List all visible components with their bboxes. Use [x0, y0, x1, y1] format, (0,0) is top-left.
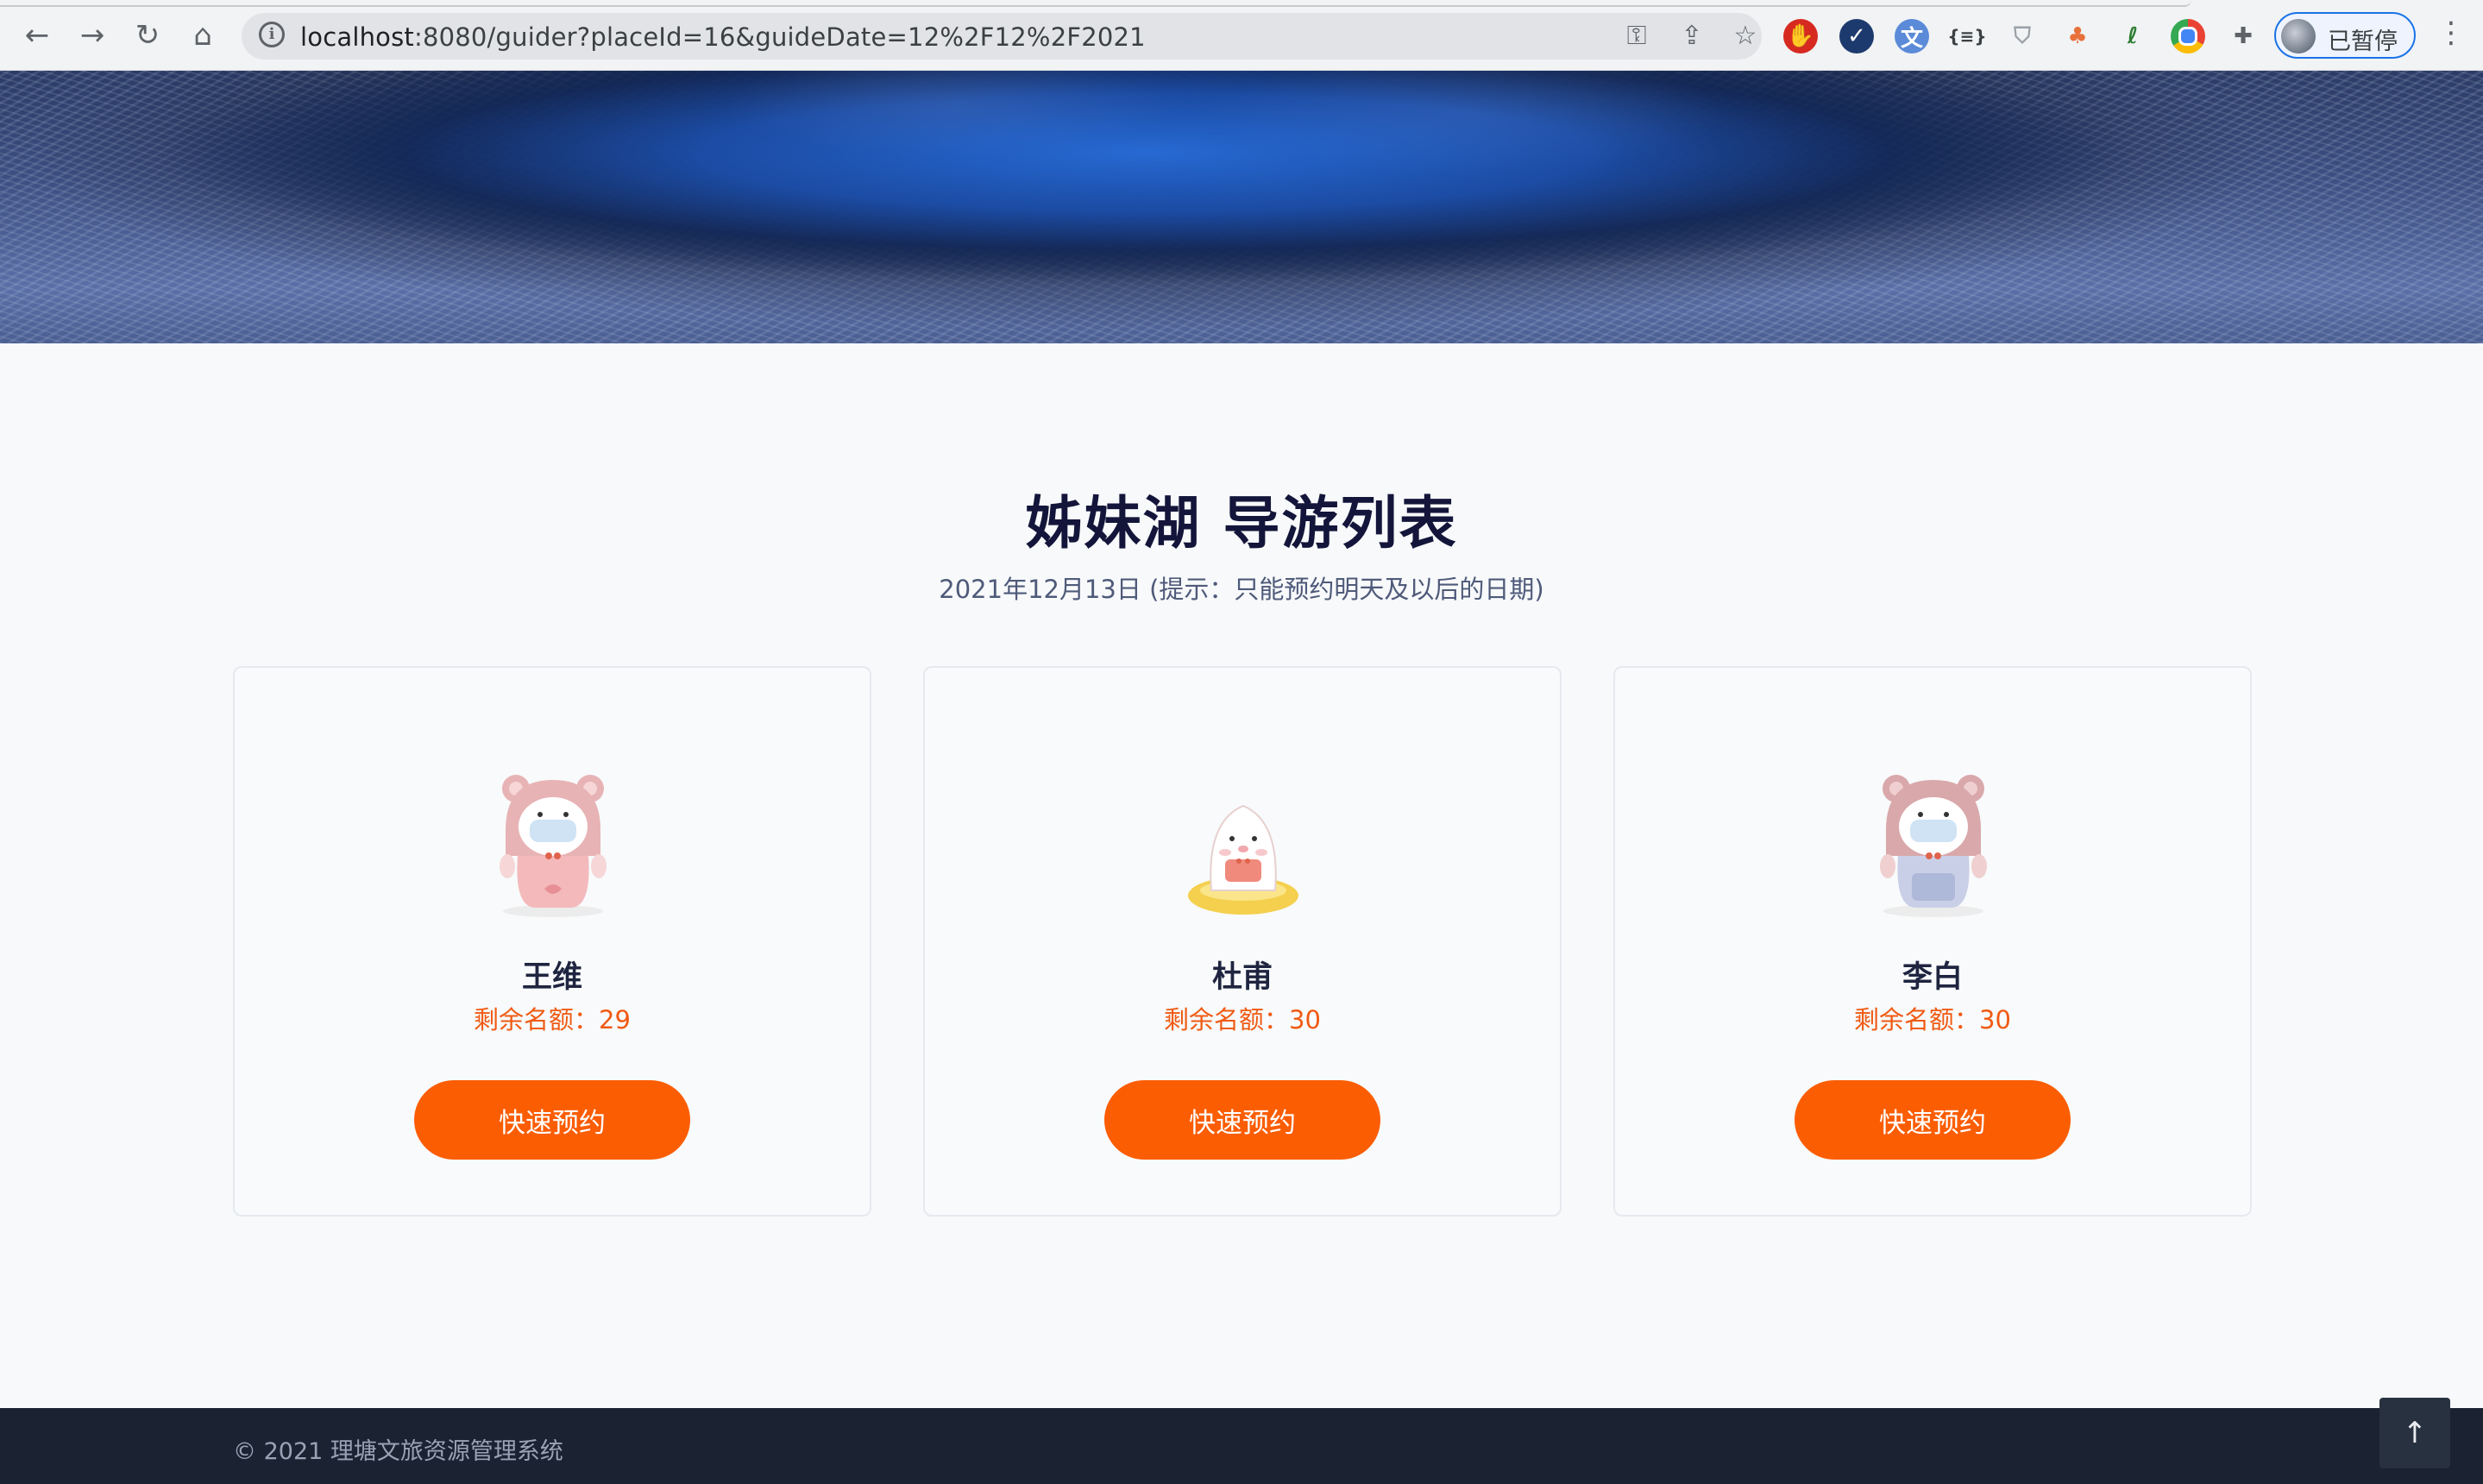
arrow-up-icon: ↑ — [2402, 1416, 2428, 1450]
quick-book-button[interactable]: 快速预约 — [1795, 1080, 2071, 1160]
guide-card: 王维 剩余名额：29 快速预约 — [233, 666, 871, 1217]
back-button[interactable]: ← — [17, 16, 57, 55]
chrome-icon[interactable] — [2171, 19, 2205, 53]
seal-mascot-avatar — [1188, 804, 1298, 915]
reload-button[interactable]: ↻ — [128, 16, 167, 55]
remaining-quota: 剩余名额：30 — [1164, 1005, 1321, 1034]
share-icon[interactable]: ⇪ — [1677, 22, 1707, 51]
shield-icon[interactable]: ⛉ — [2005, 19, 2040, 53]
guide-name: 李白 — [1902, 960, 1963, 995]
remaining-quota: 剩余名额：29 — [474, 1005, 631, 1034]
check-icon[interactable]: ✓ — [1839, 19, 1874, 53]
reload-icon: ↻ — [135, 18, 160, 53]
profile-button[interactable]: 已暂停 — [2274, 12, 2416, 59]
browser-toolbar: ← → ↻ ⌂ i localhost:8080/guider?placeId=… — [0, 0, 2483, 71]
site-info-icon[interactable]: i — [259, 22, 285, 47]
bookmark-star-icon[interactable]: ☆ — [1731, 22, 1760, 51]
json-icon[interactable]: {≡} — [1947, 19, 1986, 53]
profile-status: 已暂停 — [2328, 28, 2398, 55]
footer-copyright: © 2021 理塘文旅资源管理系统 — [233, 1438, 563, 1465]
quick-book-button[interactable]: 快速预约 — [414, 1080, 690, 1160]
quick-book-button[interactable]: 快速预约 — [1104, 1080, 1380, 1160]
menu-kebab-icon[interactable]: ⋮ — [2436, 16, 2466, 50]
arrow-left-icon: ← — [24, 18, 50, 53]
tree-icon[interactable]: ♣ — [2060, 19, 2095, 53]
home-icon: ⌂ — [193, 18, 212, 53]
guide-card: 李白 剩余名额：30 快速预约 — [1613, 666, 2252, 1217]
page-title: 姊妹湖 导游列表 — [1025, 490, 1458, 556]
url-host: localhost — [300, 22, 414, 52]
remaining-quota: 剩余名额：30 — [1854, 1005, 2011, 1034]
guide-card: 杜甫 剩余名额：30 快速预约 — [923, 666, 1562, 1217]
avatar — [2281, 19, 2316, 53]
url-path: :8080/guider?placeId=16&guideDate=12%2F1… — [413, 22, 1146, 52]
address-bar[interactable]: i localhost:8080/guider?placeId=16&guide… — [242, 13, 1762, 60]
translate-icon[interactable]: 文 — [1895, 19, 1929, 53]
back-to-top-button[interactable]: ↑ — [2379, 1398, 2450, 1468]
hero-banner-image — [0, 71, 2483, 343]
footer: © 2021 理塘文旅资源管理系统 — [0, 1408, 2483, 1484]
url-text[interactable]: localhost:8080/guider?placeId=16&guideDa… — [300, 22, 1146, 52]
adblock-icon[interactable]: ✋ — [1783, 19, 1818, 53]
key-icon[interactable]: ⚿ — [1622, 22, 1651, 51]
forward-button[interactable]: → — [72, 16, 112, 55]
guide-name: 杜甫 — [1211, 960, 1273, 995]
puzzle-icon[interactable]: ✚ — [2226, 19, 2260, 53]
arrow-right-icon: → — [79, 18, 105, 53]
page-subtitle: 2021年12月13日 (提示：只能预约明天及以后的日期) — [939, 575, 1544, 604]
tab-strip-edge — [0, 0, 2191, 7]
guide-name: 王维 — [521, 960, 582, 995]
home-button[interactable]: ⌂ — [183, 16, 223, 55]
bear-mascot-avatar — [1880, 775, 1987, 917]
bear-mascot-avatar — [500, 775, 607, 917]
leaf-icon[interactable]: ℓ — [2115, 19, 2150, 53]
